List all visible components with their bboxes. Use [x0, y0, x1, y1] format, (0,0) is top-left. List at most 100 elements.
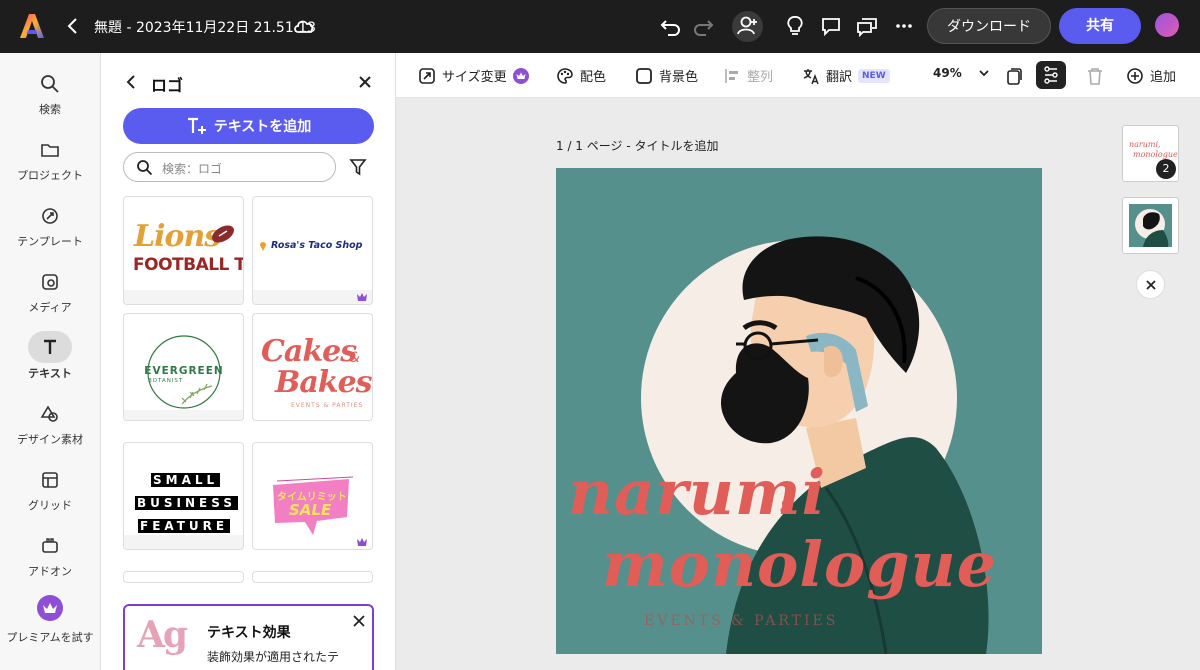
- text-effect-card[interactable]: Ag テキスト効果 装飾効果が適用されたテ: [123, 604, 374, 670]
- rail-item-projects[interactable]: プロジェクト: [0, 139, 100, 183]
- layers-toggle-button[interactable]: [1036, 61, 1066, 89]
- headline-line2[interactable]: monologue: [602, 528, 997, 601]
- effect-sample: Ag: [137, 614, 188, 656]
- thumb-portrait-image: [1129, 204, 1172, 247]
- color-scheme-label: 配色: [580, 70, 607, 85]
- add-circle-icon: [1127, 67, 1143, 84]
- palette-icon: [557, 67, 573, 84]
- present-comments-icon[interactable]: [854, 13, 880, 39]
- tile-sb-line3: FEATURE: [138, 519, 231, 533]
- download-button[interactable]: ダウンロード: [927, 8, 1051, 44]
- close-icon[interactable]: [353, 615, 365, 627]
- adobe-express-logo-icon[interactable]: [20, 13, 44, 39]
- logo-template-tile-small-business[interactable]: SMALL BUSINESS FEATURE: [123, 442, 244, 550]
- logo-template-tile-partial[interactable]: [123, 571, 244, 583]
- close-icon[interactable]: [357, 74, 373, 90]
- cloud-sync-icon[interactable]: [292, 15, 316, 37]
- close-icon: [1145, 279, 1156, 290]
- rail-item-label: テキスト: [28, 367, 72, 380]
- search-icon: [137, 160, 153, 176]
- location-pin-icon: [260, 242, 266, 251]
- color-scheme-button[interactable]: 配色: [556, 66, 606, 85]
- rail-item-addons[interactable]: アドオン: [0, 535, 100, 579]
- rail-item-label: デザイン素材: [17, 433, 83, 446]
- page-label[interactable]: 1 / 1 ページ - タイトルを追加: [556, 137, 718, 154]
- add-label: 追加: [1150, 70, 1177, 85]
- undo-icon[interactable]: [658, 13, 684, 39]
- add-button[interactable]: 追加: [1126, 66, 1176, 85]
- back-icon[interactable]: [64, 15, 82, 37]
- logo-panel: ロゴ テキストを追加 検索：ロゴ Lions FOOTBALL TEAM Ros…: [101, 53, 396, 670]
- logo-template-tile-lions[interactable]: Lions FOOTBALL TEAM: [123, 196, 244, 305]
- effect-title: テキスト効果: [207, 625, 291, 641]
- tile-footer: [124, 410, 243, 420]
- user-avatar[interactable]: [1155, 13, 1179, 37]
- rail-item-premium[interactable]: プレミアムを試す: [0, 595, 100, 645]
- resize-icon: [419, 67, 435, 84]
- rail-item-label: アドオン: [28, 565, 72, 578]
- thumbnail-image-layer[interactable]: [1122, 197, 1179, 254]
- rail-item-label: プレミアムを試す: [6, 631, 94, 644]
- addon-icon: [42, 538, 58, 553]
- new-badge: NEW: [858, 68, 890, 83]
- logo-search-input[interactable]: 検索：ロゴ: [123, 152, 336, 182]
- share-button[interactable]: 共有: [1059, 8, 1141, 44]
- shapes-icon: [40, 405, 58, 422]
- premium-crown-icon: [357, 538, 367, 546]
- tile-footer: [124, 290, 243, 304]
- logo-template-tile-evergreen[interactable]: EVERGREEN BOTANIST: [123, 313, 244, 421]
- tile-cakes-amp: &: [349, 350, 360, 366]
- lightbulb-icon[interactable]: [782, 13, 808, 39]
- zoom-value: 49%: [933, 66, 962, 80]
- tile-cakes-line1: Cakes: [261, 334, 357, 369]
- rail-item-grid[interactable]: グリッド: [0, 469, 100, 513]
- rail-item-search[interactable]: 検索: [0, 73, 100, 117]
- rail-item-media[interactable]: メディア: [0, 271, 100, 315]
- logo-template-tile-partial[interactable]: [252, 571, 373, 583]
- trash-icon: [1088, 68, 1102, 85]
- tile-rosas-title: Rosa's Taco Shop: [271, 240, 363, 251]
- filter-icon[interactable]: [349, 158, 367, 176]
- headline-mark[interactable]: s: [780, 490, 792, 518]
- logo-template-tile-sale[interactable]: タイムリミット SALE: [252, 442, 373, 550]
- media-icon: [42, 274, 58, 290]
- zoom-dropdown[interactable]: 49%: [933, 66, 990, 80]
- add-text-label: テキストを追加: [213, 119, 312, 135]
- document-title[interactable]: 無題 - 2023年11月22日 21.51.13: [94, 17, 316, 37]
- pages-icon[interactable]: [1004, 66, 1024, 86]
- folder-icon: [41, 144, 59, 157]
- comment-icon[interactable]: [818, 13, 844, 39]
- resize-button[interactable]: サイズ変更: [418, 66, 529, 85]
- left-rail: 検索 プロジェクト テンプレート メディア テキスト デザイン素材 グリッド ア…: [0, 53, 101, 670]
- top-bar: 無題 - 2023年11月22日 21.51.13 ダウンロード 共有: [0, 0, 1200, 53]
- tile-footer: [124, 535, 243, 549]
- more-options-icon[interactable]: [891, 13, 917, 39]
- search-placeholder: 検索：ロゴ: [162, 162, 223, 176]
- add-text-button[interactable]: テキストを追加: [123, 108, 374, 144]
- layers-icon: [1044, 66, 1058, 84]
- tile-lions-subtitle: FOOTBALL TEAM: [133, 255, 243, 275]
- translate-button[interactable]: 翻訳 NEW: [802, 66, 890, 85]
- rail-item-label: テンプレート: [17, 235, 83, 248]
- translate-label: 翻訳: [826, 70, 853, 85]
- grid-icon: [42, 472, 58, 488]
- football-icon: [212, 225, 234, 243]
- rail-item-text[interactable]: テキスト: [0, 331, 100, 381]
- layer-count-badge: 2: [1156, 159, 1176, 179]
- thumbnail-close-button[interactable]: [1136, 270, 1165, 299]
- rail-item-label: メディア: [28, 301, 72, 314]
- rail-item-design-assets[interactable]: デザイン素材: [0, 403, 100, 447]
- design-artboard[interactable]: narumi s monologue EVENTS & PARTIES: [556, 168, 1042, 654]
- tile-evergreen-title: EVERGREEN: [144, 365, 224, 377]
- invite-button[interactable]: [732, 11, 763, 42]
- headline-subtitle[interactable]: EVENTS & PARTIES: [644, 613, 838, 629]
- logo-template-tile-rosas[interactable]: Rosa's Taco Shop: [252, 196, 373, 305]
- panel-back-icon[interactable]: [123, 73, 139, 91]
- tile-evergreen-subtitle: BOTANIST: [148, 378, 184, 384]
- background-color-button[interactable]: 背景色: [635, 66, 698, 85]
- logo-template-tile-cakes[interactable]: Cakes & Bakes EVENTS & PARTIES: [252, 313, 373, 421]
- rail-item-templates[interactable]: テンプレート: [0, 205, 100, 249]
- thumb-text-line2: monologue: [1133, 150, 1178, 159]
- background-color-icon: [636, 67, 652, 84]
- chevron-down-icon: [979, 70, 989, 77]
